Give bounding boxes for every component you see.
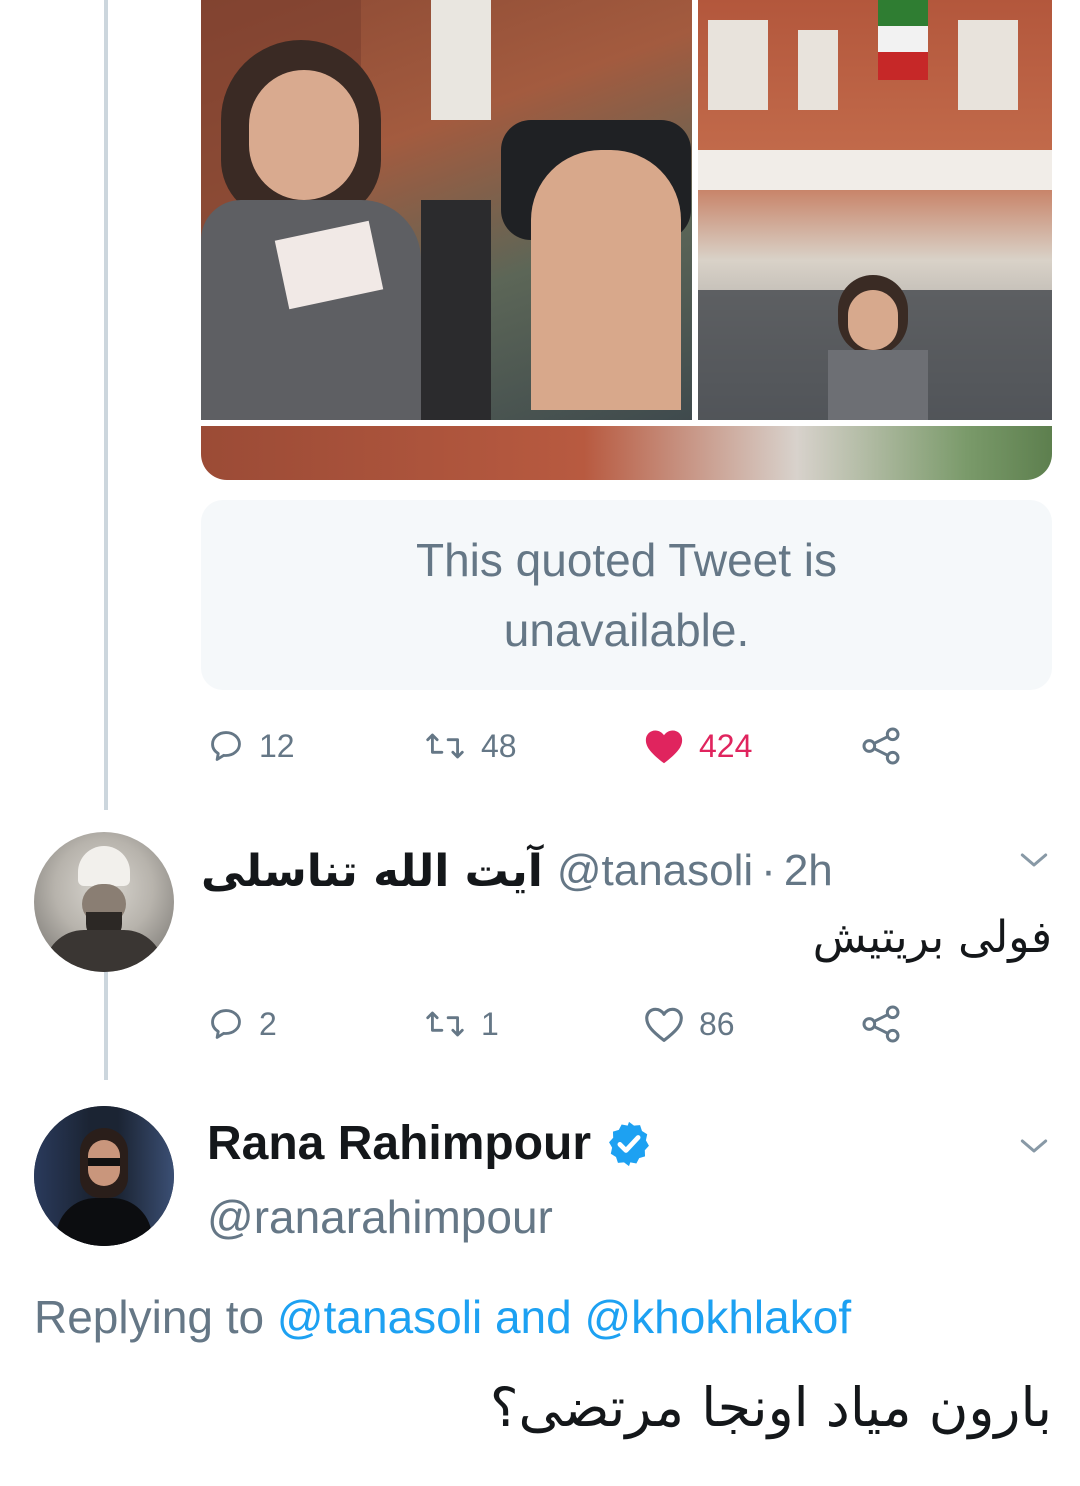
thread-line — [104, 970, 108, 1080]
display-name[interactable]: Rana Rahimpour — [207, 1116, 655, 1171]
avatar[interactable] — [34, 1106, 174, 1246]
share-icon — [862, 1005, 900, 1043]
retweet-button[interactable]: 1 — [423, 994, 499, 1054]
like-button[interactable]: 424 — [643, 716, 752, 776]
reply-header: آیت الله تناسلی @tanasoli · 2h — [201, 836, 833, 906]
retweet-button[interactable]: 48 — [423, 716, 517, 776]
reply-count: 12 — [259, 727, 295, 764]
reply-button[interactable]: 12 — [207, 716, 295, 776]
media-photo[interactable] — [201, 0, 692, 420]
like-button[interactable]: 86 — [643, 994, 735, 1054]
retweet-icon — [426, 1011, 464, 1037]
reply-count: 2 — [259, 1005, 277, 1042]
tweet-action-bar: 2 1 86 — [201, 994, 1052, 1054]
display-name[interactable]: آیت الله تناسلی — [201, 846, 543, 897]
timestamp[interactable]: 2h — [784, 846, 833, 896]
display-name-text: Rana Rahimpour — [207, 1117, 592, 1170]
share-icon — [862, 727, 900, 765]
retweet-count: 48 — [481, 727, 517, 764]
mention-link[interactable]: @khokhlakof — [584, 1291, 851, 1343]
separator: · — [761, 846, 776, 895]
retweet-count: 1 — [481, 1005, 499, 1042]
share-button[interactable] — [859, 994, 903, 1054]
chevron-down-icon[interactable] — [1014, 1126, 1054, 1166]
replying-conjunction[interactable]: and — [495, 1291, 572, 1343]
media-photo[interactable] — [698, 0, 1052, 420]
tweet-text: بارون میاد اونجا مرتضی؟ — [489, 1376, 1052, 1439]
reply-icon — [211, 1009, 241, 1039]
tweet-text: فولی بریتیش — [812, 912, 1052, 963]
quoted-tweet-unavailable: This quoted Tweet is unavailable. — [201, 500, 1052, 690]
chevron-down-icon[interactable] — [1014, 840, 1054, 880]
mention-link[interactable]: @tanasoli — [277, 1291, 482, 1343]
heart-icon — [645, 730, 683, 764]
reply-icon — [211, 731, 241, 761]
like-count: 424 — [699, 727, 753, 764]
thread-line — [104, 0, 108, 810]
user-handle[interactable]: @tanasoli — [557, 846, 753, 896]
tweet-media-grid[interactable] — [201, 0, 1052, 480]
retweet-icon — [426, 733, 464, 759]
quoted-unavailable-text: This quoted Tweet is unavailable. — [415, 534, 838, 656]
replying-to: Replying to @tanasoli and @khokhlakof — [34, 1290, 851, 1344]
share-button[interactable] — [859, 716, 903, 776]
heart-outline-icon — [645, 1007, 683, 1042]
replying-prefix: Replying to — [34, 1291, 265, 1343]
like-count: 86 — [699, 1005, 735, 1042]
reply-button[interactable]: 2 — [207, 994, 277, 1054]
avatar[interactable] — [34, 832, 174, 972]
verified-badge-icon — [609, 1121, 649, 1166]
user-handle[interactable]: @ranarahimpour — [207, 1190, 553, 1244]
media-photo[interactable] — [201, 426, 1052, 480]
tweet-action-bar: 12 48 424 — [201, 716, 1052, 776]
